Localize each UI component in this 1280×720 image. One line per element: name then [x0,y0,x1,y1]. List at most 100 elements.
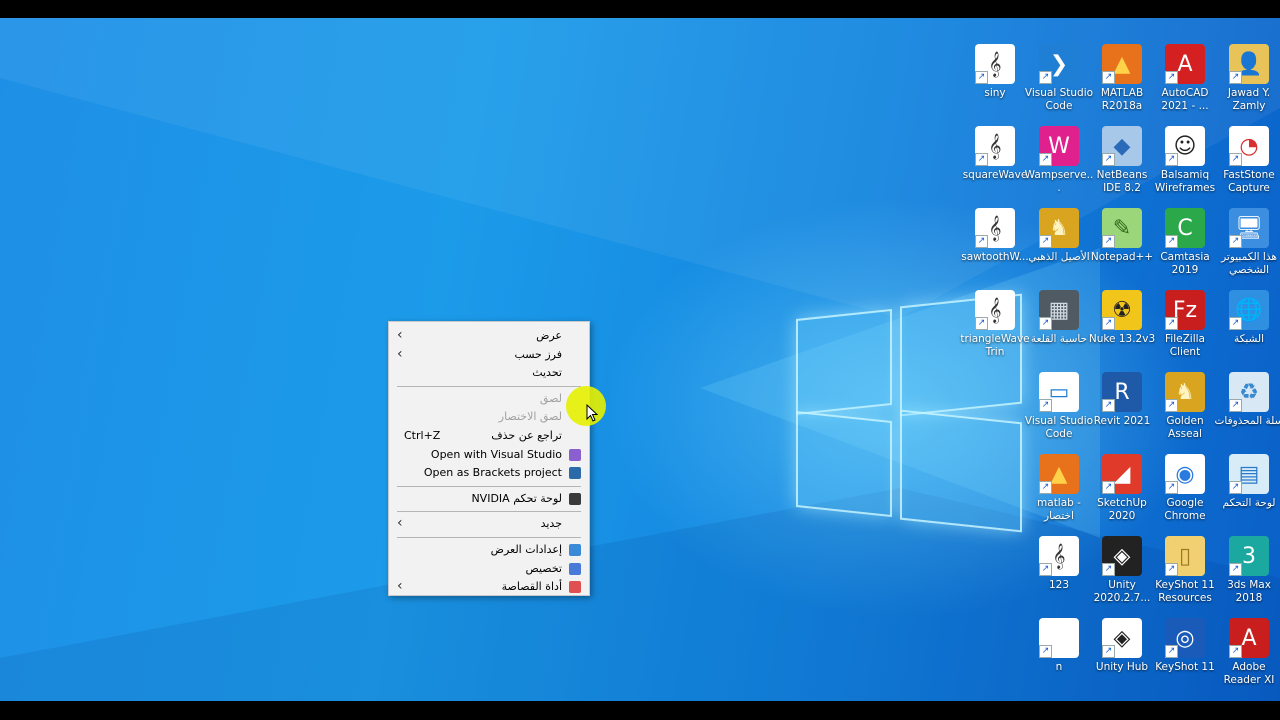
computer-icon: 🖥 ↗ [1229,208,1269,248]
desktop-icon-adobe-reader[interactable]: A ↗ Adobe Reader XI [1217,614,1280,696]
menu-item-snipping-tool[interactable]: أداة القصاصة ‹ [389,578,589,596]
desktop-icon-control-panel[interactable]: ▤ ↗ لوحة التحكم [1217,450,1280,532]
desktop-icon-siny[interactable]: 𝄞 ↗ siny [963,40,1027,122]
desktop-icon-unity-2020[interactable]: ◈ ↗ Unity 2020.2.7... [1090,532,1154,614]
desktop-icon-sawtooth[interactable]: 𝄞 ↗ sawtoothW... [961,204,1029,286]
desktop-icon-label: Unity Hub [1095,661,1149,673]
shortcut-arrow-icon: ↗ [1165,481,1178,494]
desktop-icon-revit[interactable]: R ↗ Revit 2021 [1090,368,1154,450]
desktop-icon-notepadpp[interactable]: ✎ ↗ Notepad++ [1090,204,1154,286]
menu-separator [397,537,581,538]
desktop-icon-label: سلة المحذوفات [1214,415,1280,427]
menu-item-paste[interactable]: لصق [389,390,589,408]
desktop-icon-network[interactable]: 🌐 ↗ الشبكة [1217,286,1280,368]
shortcut-arrow-icon: ↗ [1229,399,1242,412]
desktop-icon-unity-hub[interactable]: ◈ ↗ Unity Hub [1090,614,1154,696]
desktop-icon-camtasia[interactable]: C ↗ Camtasia 2019 [1153,204,1217,286]
menu-item-label: جديد [540,517,562,531]
shortcut-arrow-icon: ↗ [1102,153,1115,166]
desktop-icon-keyshot11[interactable]: ◎ ↗ KeyShot 11 [1153,614,1217,696]
shortcut-arrow-icon: ↗ [1102,645,1115,658]
desktop[interactable]: 𝄞 ↗ siny ❯ ↗ Visual Studio Code ▲ ↗ MATLAB R2018… [0,18,1280,701]
shortcut-arrow-icon: ↗ [1229,153,1242,166]
desktop-icon-label: triangleWave Trin [960,333,1030,358]
desktop-icon-3dsmax[interactable]: 3 ↗ 3ds Max 2018 [1217,532,1280,614]
snipping-tool-icon [569,581,581,594]
desktop-icon-label: AutoCAD 2021 - ... [1161,87,1209,112]
desktop-icon-nuke[interactable]: ☢ ↗ Nuke 13.2v3 [1088,286,1156,368]
desktop-icon-calculator[interactable]: ▦ ↗ حاسبة القلعة [1027,286,1091,368]
desktop-icon-label: KeyShot 11 [1155,661,1215,673]
menu-item-label: لصق الاختصار [498,410,562,424]
shortcut-arrow-icon: ↗ [1039,153,1052,166]
menu-item-sort-by[interactable]: فرز حسب ‹ [389,346,589,364]
brackets-icon [569,467,581,480]
desktop-icon-wampserver[interactable]: W ↗ Wampserve... [1024,122,1094,204]
mouse-pointer-icon [586,404,598,422]
desktop-icon-label: squareWave [962,169,1028,181]
desktop-icon-recycle-bin[interactable]: ♻ ↗ سلة المحذوفات [1214,368,1280,450]
bottom-letterbox-bar [0,701,1280,720]
calculator-icon: ▦ ↗ [1039,290,1079,330]
unity-icon: ◈ ↗ [1102,536,1142,576]
menu-item-personalize[interactable]: تخصيص [389,560,589,578]
desktop-icon-label: هذا الكمبيوتر الشخصي [1221,251,1277,276]
desktop-icon-golden-asseal[interactable]: ♞ ↗ Golden Asseal [1153,368,1217,450]
desktop-icon-label: Nuke 13.2v3 [1088,333,1156,345]
desktop-icon-golden-horse[interactable]: ♞ ↗ الأصيل الذهبي [1027,204,1091,286]
menu-item-shortcut: Ctrl+Z [404,429,441,442]
desktop-icon-triangle[interactable]: 𝄞 ↗ triangleWave Trin [960,286,1030,368]
shortcut-arrow-icon: ↗ [1229,317,1242,330]
desktop-icon-vscode-2[interactable]: ▭ ↗ Visual Studio Code [1025,368,1093,450]
desktop-icon-chrome[interactable]: ◉ ↗ Google Chrome [1153,450,1217,532]
desktop-icon-vscode-1[interactable]: ❯ ↗ Visual Studio Code [1025,40,1093,122]
wampserver-icon: W ↗ [1039,126,1079,166]
shortcut-arrow-icon: ↗ [1102,71,1115,84]
desktop-icon-matlab-r2018a[interactable]: ▲ ↗ MATLAB R2018a [1090,40,1154,122]
visual-studio-icon [569,448,581,461]
desktop-icon-label: Balsamiq Wireframes [1154,169,1216,194]
horse-icon: ♞ ↗ [1039,208,1079,248]
menu-item-label: Open as Brackets project [423,466,562,480]
menu-item-new[interactable]: جديد ‹ [389,515,589,533]
shortcut-arrow-icon: ↗ [1039,235,1052,248]
menu-item-paste-shortcut[interactable]: لصق الاختصار [389,408,589,426]
menu-item-undo-delete[interactable]: تراجع عن حذف Ctrl+Z [389,427,589,445]
desktop-icon-label: Camtasia 2019 [1160,251,1210,276]
recycle-bin-icon: ♻ ↗ [1229,372,1269,412]
desktop-icon-label: FileZilla Client [1165,333,1205,358]
desktop-icon-matlab-shortcut[interactable]: ▲ ↗ matlab - اختصار [1027,450,1091,532]
desktop-icon-sketchup[interactable]: ◢ ↗ SketchUp 2020 [1090,450,1154,532]
desktop-icon-jawad[interactable]: 👤 ↗ Jawad Y. Zamly [1217,40,1280,122]
menu-item-display-settings[interactable]: إعدادات العرض [389,541,589,559]
desktop-icon-squarewave[interactable]: 𝄞 ↗ squareWave [963,122,1027,204]
desktop-icon-netbeans[interactable]: ◆ ↗ NetBeans IDE 8.2 [1090,122,1154,204]
menu-separator [397,511,581,513]
desktop-icon-label: الشبكة [1233,333,1265,345]
menu-item-open-visual-studio[interactable]: Open with Visual Studio [389,446,589,464]
menu-item-nvidia[interactable]: لوحة تحكم NVIDIA [389,490,589,508]
menu-item-view[interactable]: عرض ‹ [389,327,589,345]
desktop-icon-label: حاسبة القلعة [1030,333,1088,345]
desktop-icon-label: Wampserve... [1024,169,1094,194]
shortcut-arrow-icon: ↗ [1039,645,1052,658]
desktop-icon-label: n [1055,661,1063,673]
menu-item-refresh[interactable]: تحديث [389,364,589,382]
desktop-icon-this-pc[interactable]: 🖥 ↗ هذا الكمبيوتر الشخصي [1217,204,1280,286]
desktop-icon-file-123[interactable]: 𝄞 ↗ 123 [1027,532,1091,614]
desktop-icon-label: Unity 2020.2.7... [1093,579,1151,604]
desktop-icon-balsamiq[interactable]: ☺ ↗ Balsamiq Wireframes [1153,122,1217,204]
desktop-icon-keyshot-res[interactable]: ▯ ↗ KeyShot 11 Resources [1153,532,1217,614]
desktop-icon-autocad[interactable]: A ↗ AutoCAD 2021 - ... [1153,40,1217,122]
shortcut-arrow-icon: ↗ [1229,645,1242,658]
desktop-icon-file-n[interactable]: ↗ n [1027,614,1091,696]
shortcut-arrow-icon: ↗ [1102,481,1115,494]
desktop-icon-faststone[interactable]: ◔ ↗ FastStone Capture [1217,122,1280,204]
desktop-icon-label: sawtoothW... [961,251,1029,263]
desktop-icon-label: 3ds Max 2018 [1227,579,1271,604]
desktop-icon-filezilla[interactable]: Fz ↗ FileZilla Client [1153,286,1217,368]
desktop-icon-label: Notepad++ [1090,251,1154,263]
menu-item-open-brackets[interactable]: Open as Brackets project [389,464,589,482]
display-settings-icon [569,544,581,556]
menu-item-label: تخصيص [525,561,563,575]
